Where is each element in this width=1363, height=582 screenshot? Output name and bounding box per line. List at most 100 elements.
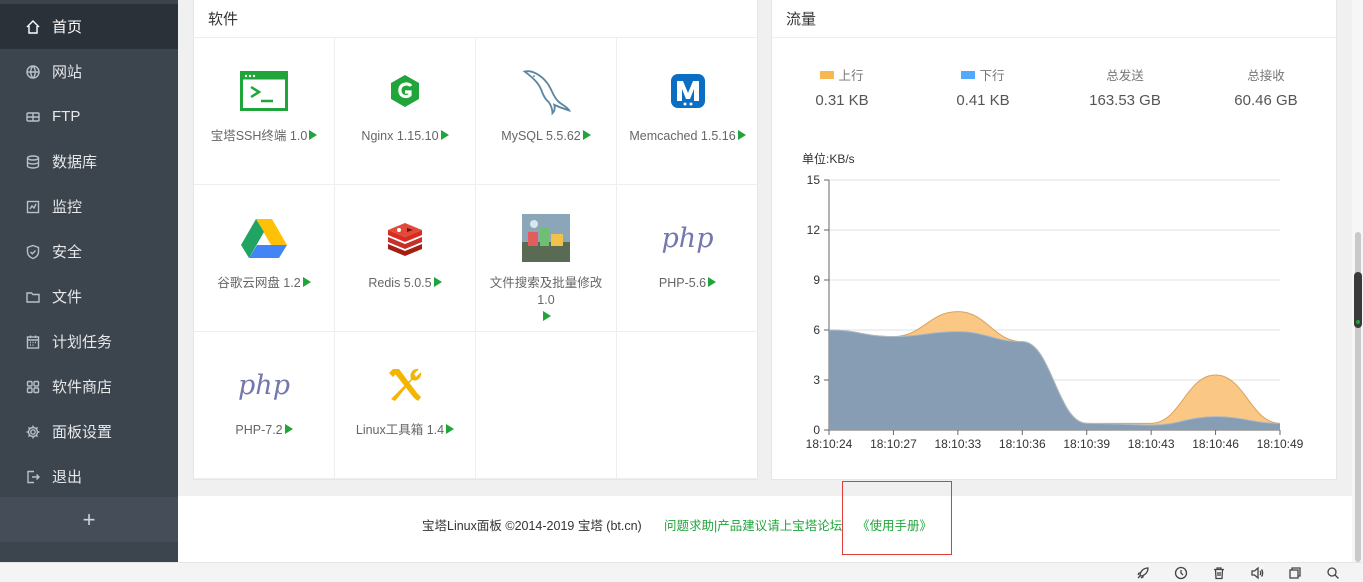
mysql-dolphin-icon [521,66,571,116]
software-item-ssh-terminal[interactable]: 宝塔SSH终端 1.0 [194,38,335,185]
sidebar-item-logout[interactable]: 退出 [0,454,178,499]
speaker-icon[interactable] [1250,566,1264,580]
sidebar-item-settings[interactable]: 面板设置 [0,409,178,454]
sidebar-item-security[interactable]: 安全 [0,229,178,274]
sidebar-item-label: 软件商店 [52,379,113,396]
chart-xtick-label: 18:10:49 [1257,437,1304,451]
highlight-box [842,481,952,555]
footer: 宝塔Linux面板 ©2014-2019 宝塔 (bt.cn) 问题求助|产品建… [178,481,1352,562]
software-item-mysql[interactable]: MySQL 5.5.62 [476,38,617,185]
software-item-name: 宝塔SSH终端 1.0 [210,129,308,143]
sidebar-item-label: 首页 [52,19,83,36]
database-icon [24,153,42,171]
google-drive-icon [239,213,289,263]
monitor-icon [24,198,42,216]
app-root: 首页 网站 FTP 数据库 监控 安全 文件 计划任务 软件商店 面板设置 退出… [0,0,1363,582]
software-empty-slot [476,332,617,479]
chart-xtick-label: 18:10:43 [1128,437,1175,451]
sidebar-item-label: FTP [52,108,81,125]
sidebar-footer [0,542,178,562]
ftp-icon [24,108,42,126]
chart-xtick-label: 18:10:24 [806,437,853,451]
software-item-name: 文件搜索及批量修改 1.0 [489,276,603,307]
rocket-icon[interactable] [1136,566,1150,580]
php-logo-icon: php [661,222,714,254]
play-icon [433,277,442,287]
nginx-logo-icon [380,66,430,116]
play-icon [737,130,746,140]
chart-ytick-label: 6 [813,323,820,337]
chart-xtick-label: 18:10:36 [999,437,1046,451]
software-item-name: Linux工具箱 1.4 [355,423,445,437]
chart-xtick-label: 18:10:46 [1192,437,1239,451]
software-item-google-drive[interactable]: 谷歌云网盘 1.2 [194,185,335,332]
play-icon [582,130,591,140]
software-item-php-56[interactable]: php PHP-5.6 [617,185,758,332]
search-icon[interactable] [1326,566,1340,580]
shield-icon [24,243,42,261]
gear-icon [24,423,42,441]
software-panel: 软件 宝塔SSH终端 1.0 Nginx 1.15.10 MySQL 5.5.6… [193,0,758,480]
play-icon [302,277,311,287]
sidebar: 首页 网站 FTP 数据库 监控 安全 文件 计划任务 软件商店 面板设置 退出… [0,0,178,562]
plus-icon: + [82,506,96,532]
redis-logo-icon [380,213,430,263]
sidebar-item-label: 文件 [52,289,83,306]
sidebar-item-label: 网站 [52,64,83,81]
sidebar-item-home[interactable]: 首页 [0,4,178,49]
software-item-php-72[interactable]: php PHP-7.2 [194,332,335,479]
calendar-icon [24,333,42,351]
software-item-name: Redis 5.0.5 [368,276,432,290]
clock-icon[interactable] [1174,566,1188,580]
chart-ytick-label: 12 [807,223,821,237]
toolbox-icon [380,360,430,410]
window-icon[interactable] [1288,566,1302,580]
sidebar-item-label: 退出 [52,469,83,486]
software-item-name: PHP-7.2 [235,423,283,437]
apps-grid-icon [24,378,42,396]
chart-ytick-label: 9 [813,273,820,287]
software-item-name: 谷歌云网盘 1.2 [217,276,301,290]
play-icon [446,424,455,434]
chart-xtick-label: 18:10:39 [1063,437,1110,451]
trash-icon[interactable] [1212,566,1226,580]
chart-ytick-label: 0 [813,423,820,437]
chart-xtick-label: 18:10:27 [870,437,917,451]
home-icon [24,18,42,36]
sidebar-item-label: 数据库 [52,154,98,171]
sidebar-item-cron[interactable]: 计划任务 [0,319,178,364]
sidebar-item-website[interactable]: 网站 [0,49,178,94]
sidebar-item-monitor[interactable]: 监控 [0,184,178,229]
copyright-text: 宝塔Linux面板 ©2014-2019 宝塔 (bt.cn) [422,519,642,533]
software-panel-title: 软件 [194,0,757,38]
chart-ylabel: 单位:KB/s [802,151,855,166]
php-logo-icon: php [238,369,290,401]
traffic-panel: 流量 上行 0.31 KB 下行 0.41 KB 总发送 163.53 GB 总… [771,0,1337,480]
memcached-logo-icon [663,66,713,116]
sidebar-item-app-store[interactable]: 软件商店 [0,364,178,409]
logout-icon [24,468,42,486]
chart-ytick-label: 15 [807,173,821,187]
sidebar-item-label: 安全 [52,244,83,261]
sidebar-item-ftp[interactable]: FTP [0,94,178,139]
sidebar-item-label: 计划任务 [52,334,113,351]
sidebar-item-label: 监控 [52,199,83,216]
software-item-linux-toolbox[interactable]: Linux工具箱 1.4 [335,332,476,479]
terminal-icon [239,66,289,116]
globe-icon [24,63,42,81]
sidebar-item-files[interactable]: 文件 [0,274,178,319]
software-item-memcached[interactable]: Memcached 1.5.16 [617,38,758,185]
software-item-file-search[interactable]: 文件搜索及批量修改 1.0 [476,185,617,332]
software-item-nginx[interactable]: Nginx 1.15.10 [335,38,476,185]
scrollbar-thumb[interactable] [1354,272,1362,328]
sidebar-item-database[interactable]: 数据库 [0,139,178,184]
sidebar-add-button[interactable]: + [0,497,178,542]
forum-link[interactable]: 问题求助|产品建议请上宝塔论坛 [664,515,842,534]
play-icon [309,130,318,140]
software-item-redis[interactable]: Redis 5.0.5 [335,185,476,332]
page-scrollbar[interactable] [1352,0,1363,562]
play-icon [284,424,293,434]
play-icon [543,311,551,321]
sidebar-item-label: 面板设置 [52,424,113,441]
play-icon [708,277,717,287]
